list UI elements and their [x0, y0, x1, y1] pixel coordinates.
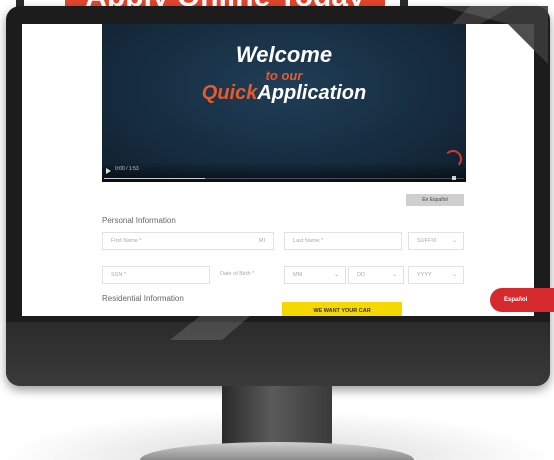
last-name-placeholder: Last Name *: [293, 238, 324, 244]
year-select[interactable]: YYYY ⌄: [408, 266, 464, 284]
personal-info-title: Personal Information: [102, 216, 176, 225]
video-progress-fill: [104, 178, 205, 179]
suffix-placeholder: SUFFIX: [417, 238, 437, 244]
monitor-stand-neck: [222, 386, 332, 450]
dob-label: Date of Birth *: [220, 271, 255, 277]
day-placeholder: DD: [357, 272, 365, 278]
ssn-placeholder: SSN *: [111, 272, 126, 278]
residential-info-title: Residential Information: [102, 294, 184, 303]
logo-icon: [444, 150, 462, 168]
video-control-icons: [448, 167, 456, 185]
chevron-down-icon: ⌄: [391, 272, 397, 278]
espanol-button[interactable]: Español: [490, 288, 554, 312]
suffix-select[interactable]: SUFFIX ⌄: [408, 232, 464, 250]
last-name-field[interactable]: Last Name *: [284, 232, 402, 250]
screen: Welcome to our QuickApplication 0:00 / 1…: [22, 24, 534, 316]
play-icon[interactable]: [106, 168, 111, 174]
we-want-your-car-button[interactable]: WE WANT YOUR CAR: [282, 302, 402, 316]
dob-label-box: Date of Birth *: [212, 266, 278, 284]
year-placeholder: YYYY: [417, 272, 432, 278]
ssn-field[interactable]: SSN *: [102, 266, 210, 284]
quick-word: Quick: [201, 82, 258, 104]
video-controls: 0:00 / 1:53: [102, 150, 466, 185]
day-select[interactable]: DD ⌄: [348, 266, 404, 284]
first-name-field[interactable]: First Name * MI: [102, 232, 274, 250]
application-word: Application: [257, 82, 367, 104]
monitor-chin: [6, 322, 550, 386]
video-to-our-text: to our: [265, 68, 303, 83]
chevron-down-icon: ⌄: [451, 272, 457, 278]
month-select[interactable]: MM ⌄: [284, 266, 346, 284]
chevron-down-icon: ⌄: [451, 238, 457, 244]
month-placeholder: MM: [293, 272, 303, 278]
video-welcome-text: Welcome: [235, 42, 333, 67]
video-quickapplication-text: QuickApplication: [102, 82, 466, 105]
video-time: 0:00 / 1:53: [115, 166, 139, 172]
video-progress-track[interactable]: [104, 178, 464, 179]
first-name-placeholder: First Name *: [111, 238, 142, 244]
chevron-down-icon: ⌄: [333, 272, 339, 278]
translate-button[interactable]: En Español: [406, 194, 464, 206]
middle-initial-label: MI: [258, 238, 265, 244]
video-player[interactable]: Welcome to our QuickApplication 0:00 / 1…: [102, 24, 466, 182]
